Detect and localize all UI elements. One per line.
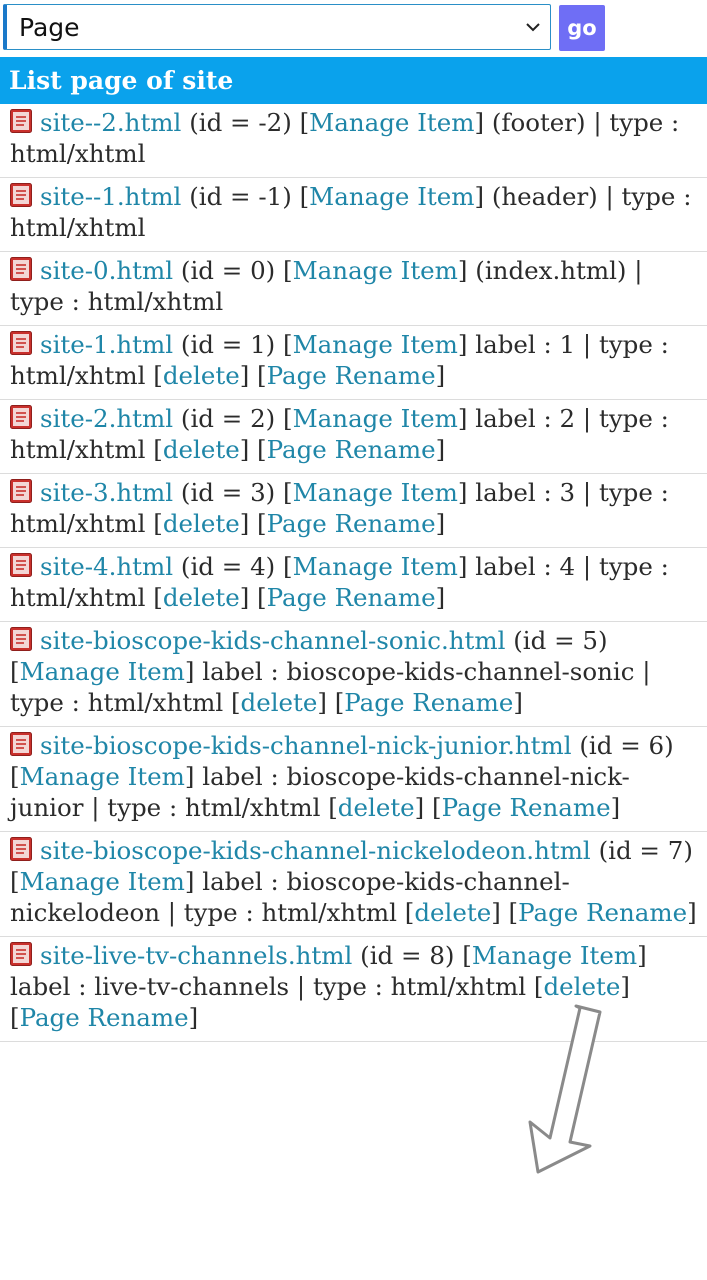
delete-link[interactable]: delete: [163, 361, 240, 390]
file-icon: [10, 479, 32, 503]
item-id: (id = 1): [180, 330, 276, 359]
delete-link[interactable]: delete: [163, 435, 240, 464]
manage-item-link[interactable]: Manage Item: [309, 182, 474, 211]
list-item: site-1.html (id = 1) [Manage Item] label…: [0, 326, 707, 400]
delete-link[interactable]: delete: [543, 972, 620, 1001]
file-icon: [10, 109, 32, 133]
delete-link[interactable]: delete: [241, 688, 318, 717]
item-id: (id = 5): [513, 626, 608, 655]
file-link[interactable]: site-bioscope-kids-channel-sonic.html: [40, 626, 505, 655]
delete-link[interactable]: delete: [163, 509, 240, 538]
go-button[interactable]: go: [559, 5, 605, 51]
list-item: site--1.html (id = -1) [Manage Item] (he…: [0, 178, 707, 252]
page-rename-link[interactable]: Page Rename: [267, 361, 436, 390]
item-id: (id = 2): [180, 404, 276, 433]
file-icon: [10, 732, 32, 756]
item-id: (id = 4): [180, 552, 276, 581]
list-item: site--2.html (id = -2) [Manage Item] (fo…: [0, 104, 707, 178]
item-id: (id = 6): [579, 731, 674, 760]
page-type-select[interactable]: Page: [3, 4, 551, 50]
list-item: site-bioscope-kids-channel-nickelodeon.h…: [0, 832, 707, 937]
file-link[interactable]: site-4.html: [40, 552, 173, 581]
page-type-select-value: Page: [19, 12, 80, 42]
page-list: site--2.html (id = -2) [Manage Item] (fo…: [0, 104, 707, 1042]
manage-item-link[interactable]: Manage Item: [293, 330, 458, 359]
manage-item-link[interactable]: Manage Item: [293, 478, 458, 507]
manage-item-link[interactable]: Manage Item: [293, 552, 458, 581]
file-link[interactable]: site-1.html: [40, 330, 173, 359]
item-meta: label : live-tv-channels | type : html/x…: [10, 972, 527, 1001]
item-id: (id = 7): [598, 836, 693, 865]
file-link[interactable]: site--2.html: [40, 108, 181, 137]
list-item: site-3.html (id = 3) [Manage Item] label…: [0, 474, 707, 548]
item-id: (id = 8): [360, 941, 455, 970]
file-link[interactable]: site--1.html: [40, 182, 181, 211]
manage-item-link[interactable]: Manage Item: [20, 867, 185, 896]
page-rename-link[interactable]: Page Rename: [20, 1003, 189, 1032]
manage-item-link[interactable]: Manage Item: [309, 108, 474, 137]
chevron-down-icon: [526, 23, 540, 32]
item-id: (id = 0): [180, 256, 276, 285]
page-rename-link[interactable]: Page Rename: [344, 688, 513, 717]
file-icon: [10, 331, 32, 355]
page-rename-link[interactable]: Page Rename: [442, 793, 611, 822]
file-icon: [10, 627, 32, 651]
manage-item-link[interactable]: Manage Item: [293, 404, 458, 433]
top-bar: Page go: [0, 0, 707, 57]
file-link[interactable]: site-0.html: [40, 256, 173, 285]
manage-item-link[interactable]: Manage Item: [472, 941, 637, 970]
item-id: (id = -2): [189, 108, 292, 137]
delete-link[interactable]: delete: [163, 583, 240, 612]
file-icon: [10, 942, 32, 966]
item-id: (id = 3): [180, 478, 276, 507]
page-rename-link[interactable]: Page Rename: [518, 898, 687, 927]
list-item: site-4.html (id = 4) [Manage Item] label…: [0, 548, 707, 622]
manage-item-link[interactable]: Manage Item: [293, 256, 458, 285]
file-link[interactable]: site-bioscope-kids-channel-nick-junior.h…: [40, 731, 572, 760]
list-item: site-live-tv-channels.html (id = 8) [Man…: [0, 937, 707, 1042]
file-icon: [10, 837, 32, 861]
manage-item-link[interactable]: Manage Item: [20, 762, 185, 791]
list-item: site-bioscope-kids-channel-nick-junior.h…: [0, 727, 707, 832]
file-link[interactable]: site-2.html: [40, 404, 173, 433]
file-icon: [10, 257, 32, 281]
page-rename-link[interactable]: Page Rename: [267, 509, 436, 538]
page-rename-link[interactable]: Page Rename: [267, 583, 436, 612]
manage-item-link[interactable]: Manage Item: [20, 657, 185, 686]
delete-link[interactable]: delete: [338, 793, 415, 822]
delete-link[interactable]: delete: [414, 898, 491, 927]
file-link[interactable]: site-bioscope-kids-channel-nickelodeon.h…: [40, 836, 591, 865]
list-item: site-0.html (id = 0) [Manage Item] (inde…: [0, 252, 707, 326]
file-icon: [10, 553, 32, 577]
file-icon: [10, 183, 32, 207]
page-heading: List page of site: [0, 57, 707, 104]
file-link[interactable]: site-3.html: [40, 478, 173, 507]
file-link[interactable]: site-live-tv-channels.html: [40, 941, 352, 970]
list-item: site-2.html (id = 2) [Manage Item] label…: [0, 400, 707, 474]
page-rename-link[interactable]: Page Rename: [267, 435, 436, 464]
file-icon: [10, 405, 32, 429]
item-id: (id = -1): [189, 182, 292, 211]
list-item: site-bioscope-kids-channel-sonic.html (i…: [0, 622, 707, 727]
